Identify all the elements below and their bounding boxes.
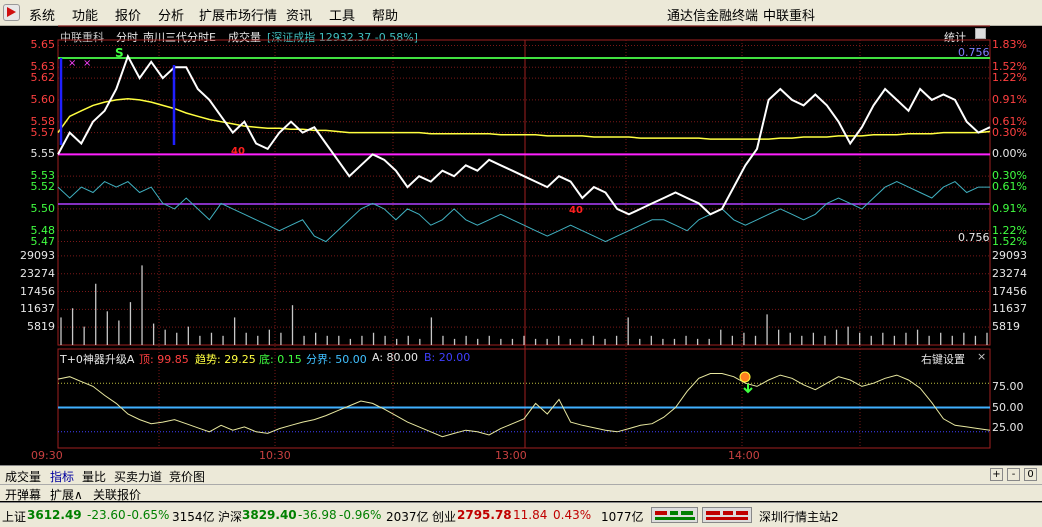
danmaku-toggle[interactable]: 开弹幕 — [5, 486, 41, 503]
percent-tick-label: 0.00% — [992, 147, 1027, 161]
volume-tick-label: 29093 — [992, 248, 1027, 262]
volume-tick-label: 11637 — [20, 302, 55, 316]
volume-bars — [60, 265, 988, 345]
intraday-chart[interactable]: S 40 40 × × — [0, 0, 1042, 465]
percent-tick-label: 0.61% — [992, 180, 1027, 194]
cross-marker: × — [68, 58, 76, 69]
hs-index-pct: -0.96% — [339, 508, 382, 522]
oscillator-bottom-value: 底: 0.15 — [259, 353, 302, 366]
time-label: 10:30 — [259, 449, 291, 462]
price-tick-label: 5.57 — [30, 125, 56, 139]
oscillator-trend-value: 趋势: 29.25 — [195, 353, 256, 366]
zoom-out-button[interactable]: - — [1007, 468, 1020, 481]
percent-tick-label: 1.83% — [992, 38, 1027, 52]
price-tick-label: 5.62 — [30, 71, 56, 85]
tab-auction-chart[interactable]: 竞价图 — [169, 468, 205, 485]
indicator-tab-bar: 成交量 指标 量比 买卖力道 竞价图 + - 0 — [0, 465, 1042, 484]
extend-toggle[interactable]: 扩展∧ — [50, 486, 83, 503]
price-tick-label: 5.60 — [30, 92, 56, 106]
price-tick-label: 5.65 — [30, 38, 56, 52]
percent-tick-label: 0.91% — [992, 92, 1027, 106]
buy-signal-marker: 40 — [231, 146, 245, 157]
volume-tick-label: 17456 — [20, 284, 55, 298]
sell-signal-marker: S — [115, 46, 124, 60]
volume-tick-label: 5819 — [992, 320, 1020, 334]
volume-tick-label: 29093 — [20, 248, 55, 262]
status-bar: 上证 3612.49 -23.60 -0.65% 3154亿 沪深 3829.4… — [0, 502, 1042, 527]
oscillator-tick-label: 75.00 — [992, 380, 1024, 394]
sh-index-change: -23.60 — [87, 508, 126, 522]
tab-volume-ratio[interactable]: 量比 — [82, 468, 106, 485]
price-tick-label: 5.52 — [30, 180, 56, 194]
oscillator-tick-label: 25.00 — [992, 420, 1024, 434]
hs-index-amount: 2037亿 — [386, 510, 429, 524]
oscillator-name[interactable]: T+0神器升级A — [60, 351, 134, 367]
hs-index-value: 3829.40 — [242, 508, 297, 522]
volume-tick-label: 5819 — [27, 320, 55, 334]
time-label: 14:00 — [728, 449, 760, 462]
hs-index-change: -36.98 — [298, 508, 337, 522]
related-quotes-toggle[interactable]: 关联报价 — [93, 486, 141, 503]
volume-tick-label: 23274 — [992, 266, 1027, 280]
market-breadth-bar-1 — [651, 507, 698, 523]
cy-index-change: 11.84 — [513, 508, 548, 522]
market-breadth-bar-2 — [702, 507, 752, 523]
time-label: 09:30 — [31, 449, 63, 462]
top-signal-icon — [739, 371, 751, 383]
oscillator-divide-value: 分界: 50.00 — [306, 353, 367, 366]
percent-tick-label: 1.22% — [992, 71, 1027, 85]
index-line — [57, 181, 990, 243]
price-tick-label: 5.55 — [30, 147, 56, 161]
percent-tick-label: 0.91% — [992, 201, 1027, 215]
zoom-in-button[interactable]: + — [990, 468, 1003, 481]
cy-index-pct: 0.43% — [553, 508, 592, 522]
cy-index-amount: 1077亿 — [601, 510, 644, 524]
buy-signal-marker: 40 — [569, 205, 583, 216]
oscillator-b-value: B: 20.00 — [424, 351, 471, 364]
sh-index-amount: 3154亿 — [172, 510, 215, 524]
extension-tab-bar: 开弹幕 扩展∧ 关联报价 — [0, 484, 1042, 503]
volume-tick-label: 23274 — [20, 266, 55, 280]
trading-terminal-window: 系统 功能 报价 分析 扩展市场行情 资讯 工具 帮助 通达信金融终端 中联重科… — [0, 0, 1042, 527]
close-indicator-icon[interactable]: × — [977, 350, 986, 363]
tab-volume[interactable]: 成交量 — [5, 468, 41, 485]
percent-tick-label: 1.52% — [992, 234, 1027, 248]
sh-index-pct: -0.65% — [127, 508, 170, 522]
volume-tick-label: 11637 — [992, 302, 1027, 316]
cy-index-value: 2795.78 — [457, 508, 512, 522]
cy-index-name[interactable]: 创业 — [432, 508, 456, 525]
cross-marker: × — [83, 58, 91, 69]
price-tick-label: 5.47 — [30, 234, 56, 248]
price-lines — [57, 53, 991, 438]
time-label: 13:00 — [495, 449, 527, 462]
percent-tick-label: 0.30% — [992, 125, 1027, 139]
tab-indicator[interactable]: 指标 — [50, 468, 74, 485]
oscillator-tick-label: 50.00 — [992, 400, 1024, 414]
oscillator-a-value: A: 80.00 — [372, 351, 419, 364]
price-panel-border — [57, 39, 991, 346]
sh-index-value: 3612.49 — [27, 508, 82, 522]
reset-zoom-button[interactable]: 0 — [1024, 468, 1037, 481]
hs-index-name[interactable]: 沪深 — [218, 508, 242, 525]
oscillator-top-value: 顶: 99.85 — [139, 353, 189, 366]
settings-hint[interactable]: 右键设置 — [921, 351, 965, 367]
price-tick-label: 5.50 — [30, 201, 56, 215]
server-name[interactable]: 深圳行情主站2 — [759, 508, 839, 525]
sh-index-name[interactable]: 上证 — [2, 508, 26, 525]
volume-tick-label: 17456 — [992, 284, 1027, 298]
signal-markers: S 40 40 × × — [68, 46, 753, 394]
tab-buy-sell-force[interactable]: 买卖力道 — [114, 468, 162, 485]
